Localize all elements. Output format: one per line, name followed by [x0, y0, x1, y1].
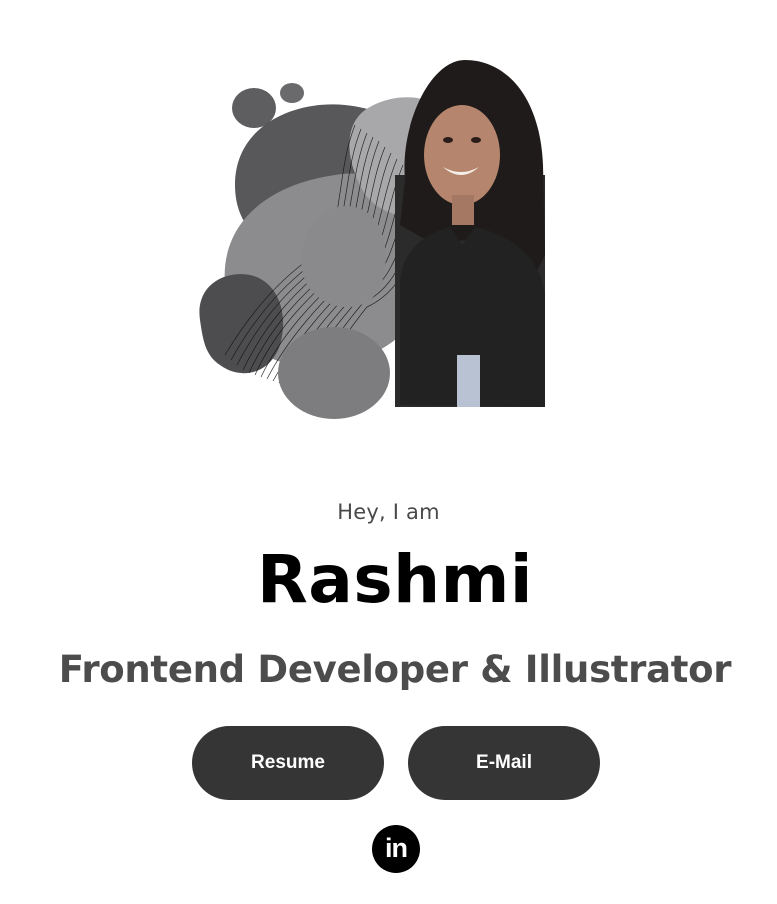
greeting-text: Hey, I am	[337, 500, 440, 524]
email-button[interactable]: E-Mail	[408, 726, 600, 800]
linkedin-glyph: in	[385, 832, 408, 863]
hero-role: Frontend Developer & Illustrator	[58, 648, 732, 691]
hero-name: Rashmi	[256, 541, 534, 618]
profile-illustration	[195, 55, 550, 425]
resume-button[interactable]: Resume	[192, 726, 384, 800]
linkedin-icon[interactable]: in	[372, 825, 420, 873]
